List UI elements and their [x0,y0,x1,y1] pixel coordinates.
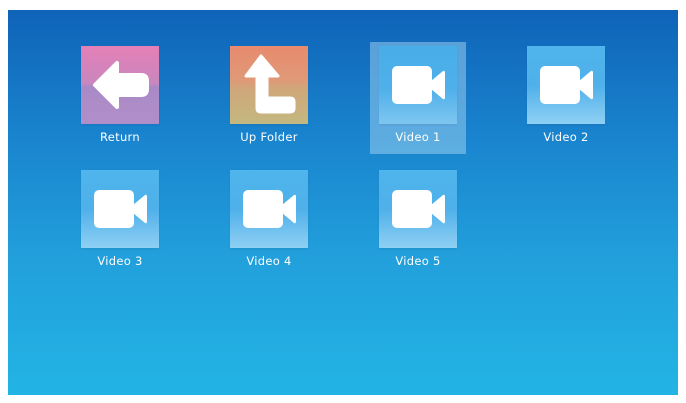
video-camera-icon [379,46,457,124]
video-3-tile[interactable]: Video 3 [72,166,168,278]
video-2-label: Video 2 [543,130,589,144]
video-camera-icon [230,170,308,248]
up-folder-label: Up Folder [240,130,298,144]
video-5-tile[interactable]: Video 5 [370,166,466,278]
video-1-label: Video 1 [395,130,441,144]
up-folder-tile[interactable]: Up Folder [221,42,317,154]
video-1-tile[interactable]: Video 1 [370,42,466,154]
video-camera-icon [379,170,457,248]
video-5-label: Video 5 [395,254,441,268]
video-4-label: Video 4 [246,254,292,268]
return-label: Return [100,130,140,144]
return-arrow-icon [81,46,159,124]
up-folder-arrow-icon [230,46,308,124]
video-3-label: Video 3 [97,254,143,268]
video-camera-icon [527,46,605,124]
video-2-tile[interactable]: Video 2 [518,42,614,154]
video-camera-icon [81,170,159,248]
file-browser-screen: Return Up Folder Video 1 Video 2 Video 3… [8,10,678,395]
video-4-tile[interactable]: Video 4 [221,166,317,278]
return-tile[interactable]: Return [72,42,168,154]
